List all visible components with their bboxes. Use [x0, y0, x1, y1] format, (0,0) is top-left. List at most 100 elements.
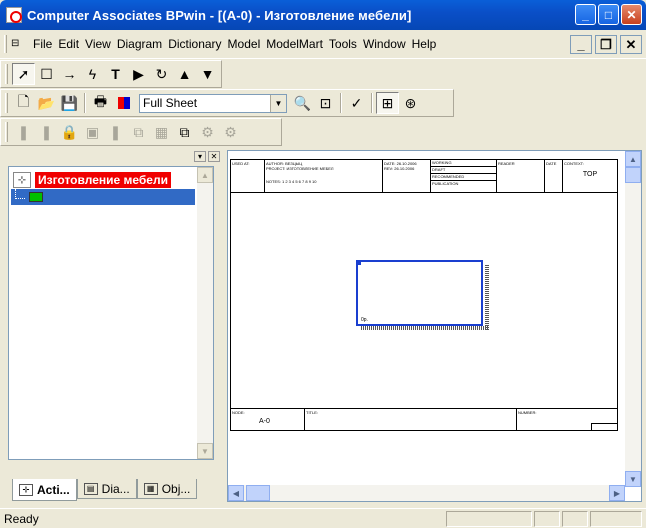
context-node-icon: ⊹: [13, 172, 31, 188]
lock-icon[interactable]: 🔒: [58, 121, 81, 143]
model-explorer: ▾ ✕ ⊹ Изготовление мебели ▲ ▼ ⊹ Acti... …: [4, 150, 220, 502]
scroll-up-icon[interactable]: ▲: [625, 151, 641, 167]
arrow-tool-icon[interactable]: →: [58, 63, 81, 85]
diagram-window: USED AT: AUTHOR: ВЕЗЦЫЦ PROJECT: ИЗГОТОВ…: [227, 150, 642, 502]
mdi-restore-button[interactable]: ❐: [595, 35, 617, 54]
zoom-combo[interactable]: Full Sheet ▼: [139, 93, 287, 113]
forward-icon[interactable]: ❚: [35, 121, 58, 143]
standard-toolbar: 🗋 📂 💾 🖶 Full Sheet ▼ 🔍 ⊡ ✓ ⊞ ⊛: [0, 89, 454, 117]
model-explorer-icon[interactable]: ⊞: [376, 92, 399, 114]
context-label: CONTEXT:: [564, 161, 584, 166]
menu-dictionary[interactable]: Dictionary: [165, 37, 224, 51]
grid-icon[interactable]: ▦: [150, 121, 173, 143]
menu-grip[interactable]: [4, 35, 7, 53]
zoom-fit-icon[interactable]: ⊡: [314, 92, 337, 114]
toolbar-separator: [340, 93, 342, 113]
new-file-icon[interactable]: 🗋: [12, 92, 35, 114]
tree-child-node[interactable]: [11, 189, 195, 205]
vertical-scroll-thumb[interactable]: [625, 167, 641, 183]
tree-root-node[interactable]: ⊹ Изготовление мебели: [13, 172, 171, 188]
frame-date-cell: DATE: 26.10.2006 REV: 26.10.2006: [383, 160, 431, 193]
frame-author-cell: AUTHOR: ВЕЗЦЫЦ PROJECT: ИЗГОТОВЛЕНИЕ МЕБ…: [265, 160, 383, 193]
chevron-down-icon[interactable]: ▼: [270, 94, 286, 112]
panel-close-icon[interactable]: ✕: [208, 150, 220, 162]
scroll-left-icon[interactable]: ◀: [228, 485, 244, 501]
node-label: NODE:: [232, 410, 245, 415]
activity-tree[interactable]: ⊹ Изготовление мебели ▲ ▼: [8, 166, 214, 460]
menu-modelmart[interactable]: ModelMart: [263, 37, 326, 51]
scroll-down-icon[interactable]: ▼: [625, 471, 641, 487]
menu-tools[interactable]: Tools: [326, 37, 360, 51]
scroll-down-icon[interactable]: ▼: [197, 443, 213, 459]
menu-edit[interactable]: Edit: [55, 37, 82, 51]
diagram-canvas[interactable]: USED AT: AUTHOR: ВЕЗЦЫЦ PROJECT: ИЗГОТОВ…: [228, 151, 625, 487]
toolbar-grip[interactable]: [5, 122, 8, 142]
date2-label: DATE: [546, 161, 557, 166]
status-bar: Ready: [0, 508, 646, 528]
status-draft: DRAFT: [431, 167, 496, 174]
activity-node-icon: [29, 192, 43, 202]
spell-check-icon[interactable]: ✓: [345, 92, 368, 114]
tab-diagrams-label: Dia...: [101, 481, 130, 496]
frame-used-at: USED AT:: [231, 160, 265, 193]
menu-view[interactable]: View: [82, 37, 114, 51]
model-explorer-header: ▾ ✕: [4, 150, 220, 162]
minimize-button[interactable]: _: [575, 4, 596, 25]
tab-activities[interactable]: ⊹ Acti...: [12, 479, 77, 501]
object-icon[interactable]: ▣: [81, 121, 104, 143]
node-value: A-0: [259, 418, 270, 425]
menu-diagram[interactable]: Diagram: [114, 37, 165, 51]
document-menu-icon[interactable]: ⊟: [11, 39, 27, 49]
bpwin-app-icon[interactable]: [6, 7, 22, 23]
tree-vertical-scrollbar[interactable]: ▲ ▼: [197, 167, 213, 459]
menu-help[interactable]: Help: [409, 37, 440, 51]
user-icon[interactable]: ⚙: [219, 121, 242, 143]
go-down-icon[interactable]: ▼: [196, 63, 219, 85]
status-cell: [446, 510, 532, 527]
link-icon[interactable]: ⧉: [127, 121, 150, 143]
close-button[interactable]: ✕: [621, 4, 642, 25]
mdi-minimize-button[interactable]: _: [570, 35, 592, 54]
properties-icon[interactable]: ⚙: [196, 121, 219, 143]
go-to-sibling-icon[interactable]: ▶: [127, 63, 150, 85]
toolbar-grip[interactable]: [5, 64, 8, 84]
menu-file[interactable]: File: [30, 37, 55, 51]
panel-pin-icon[interactable]: ▾: [194, 150, 206, 162]
shapes-icon[interactable]: ⧉: [173, 121, 196, 143]
scroll-right-icon[interactable]: ▶: [609, 485, 625, 501]
save-icon[interactable]: 💾: [58, 92, 81, 114]
status-cell: [590, 510, 642, 527]
go-to-child-icon[interactable]: ↻: [150, 63, 173, 85]
scroll-up-icon[interactable]: ▲: [197, 167, 213, 183]
toolbar-grip[interactable]: [5, 93, 8, 113]
text-tool-icon[interactable]: T: [104, 63, 127, 85]
color-palette-icon[interactable]: [112, 92, 135, 114]
tab-diagrams[interactable]: ▤ Dia...: [76, 479, 137, 499]
pointer-tool-icon[interactable]: ➚: [12, 63, 35, 85]
tab-activities-label: Acti...: [37, 482, 70, 497]
reverse-icon[interactable]: ❚: [12, 121, 35, 143]
reference-icon[interactable]: ❚: [104, 121, 127, 143]
horizontal-scroll-thumb[interactable]: [246, 485, 270, 501]
frame-page-box: [591, 423, 617, 430]
activity-box[interactable]: 0р.: [356, 260, 489, 330]
diagram-vertical-scrollbar[interactable]: ▲ ▼: [625, 151, 641, 487]
box-corner-marker: [356, 260, 361, 265]
modelmart-icon[interactable]: ⊛: [399, 92, 422, 114]
frame-date2-cell: DATE: [545, 160, 563, 193]
diagram-horizontal-scrollbar[interactable]: ◀ ▶: [228, 485, 625, 501]
open-folder-icon[interactable]: 📂: [35, 92, 58, 114]
go-to-parent-icon[interactable]: ▲: [173, 63, 196, 85]
status-cell: [534, 510, 560, 527]
tab-objects[interactable]: ▦ Obj...: [136, 479, 198, 499]
zoom-in-icon[interactable]: 🔍: [291, 92, 314, 114]
box-tool-icon[interactable]: ☐: [35, 63, 58, 85]
menu-window[interactable]: Window: [360, 37, 409, 51]
mdi-close-button[interactable]: ✕: [620, 35, 642, 54]
squiggle-tool-icon[interactable]: ϟ: [81, 63, 104, 85]
menu-model[interactable]: Model: [225, 37, 264, 51]
maximize-button[interactable]: □: [598, 4, 619, 25]
print-icon[interactable]: 🖶: [89, 92, 112, 114]
tab-objects-label: Obj...: [161, 481, 191, 496]
frame-title-cell: TITLE:: [305, 409, 517, 431]
